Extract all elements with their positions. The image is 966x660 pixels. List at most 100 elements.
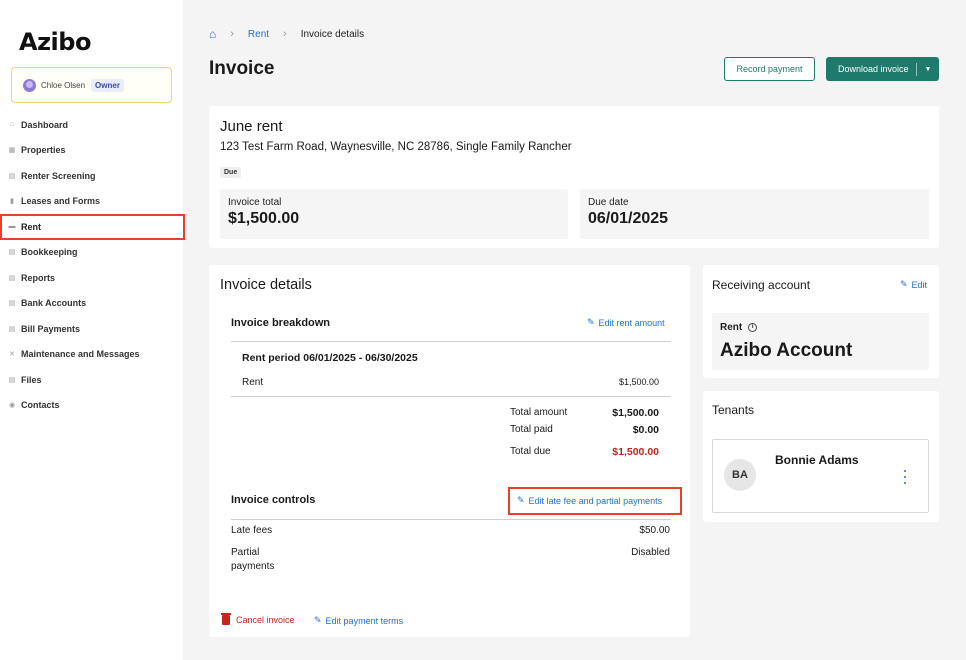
total-amount-label: Total amount — [510, 407, 568, 418]
tenant-name: Bonnie Adams — [775, 453, 859, 467]
avatar — [23, 78, 36, 92]
report-icon: ▤ — [8, 274, 16, 282]
edit-payment-terms-label: Edit payment terms — [325, 615, 404, 626]
sidebar-item-bookkeeping[interactable]: ▤ Bookkeeping — [0, 240, 183, 266]
total-due-label: Total due — [510, 446, 551, 457]
page-title: Invoice — [209, 58, 275, 79]
partial-payments-value: Disabled — [631, 547, 670, 558]
invoice-details-title: Invoice details — [220, 277, 312, 293]
pencil-icon: ✎ — [587, 317, 595, 327]
account-name: Azibo Account — [720, 340, 853, 361]
breadcrumb-rent-link[interactable]: Rent — [248, 29, 269, 40]
total-paid-label: Total paid — [510, 424, 553, 435]
invoice-controls-title: Invoice controls — [231, 494, 316, 506]
due-date-label: Due date — [588, 197, 629, 208]
tenants-title: Tenants — [712, 403, 755, 417]
clipboard-icon: ▤ — [8, 172, 16, 180]
info-icon[interactable]: i — [748, 323, 758, 332]
sidebar-item-bank-accounts[interactable]: ▤ Bank Accounts — [0, 291, 183, 317]
invoice-breakdown-title: Invoice breakdown — [231, 317, 331, 329]
edit-receiving-account-link[interactable]: ✎ Edit — [900, 279, 927, 290]
total-due-value: $1,500.00 — [612, 446, 659, 458]
avatar: BA — [724, 459, 756, 491]
status-badge: Due — [220, 167, 242, 178]
partial-payments-label-line1: Partial — [231, 547, 260, 558]
rent-period: Rent period 06/01/2025 - 06/30/2025 — [242, 352, 418, 364]
property-address: 123 Test Farm Road, Waynesville, NC 2878… — [220, 141, 572, 153]
sidebar-item-renter-screening[interactable]: ▤ Renter Screening — [0, 163, 183, 189]
folder-icon: ▤ — [8, 376, 16, 384]
edit-late-fee-label: Edit late fee and partial payments — [528, 495, 663, 506]
chevron-right-icon: › — [230, 28, 234, 40]
rent-line-label: Rent — [242, 377, 264, 388]
rent-line-amount: $1,500.00 — [618, 377, 659, 387]
late-fees-label: Late fees — [231, 525, 273, 536]
bill-icon: ▤ — [8, 325, 16, 333]
home-icon: ⌂ — [9, 121, 15, 129]
user-switcher[interactable]: Chloe Olsen Owner — [11, 67, 172, 103]
download-invoice-label: Download invoice — [838, 64, 909, 74]
sidebar-item-properties[interactable]: ▦ Properties — [0, 138, 183, 164]
pencil-icon: ✎ — [517, 495, 525, 505]
account-purpose-label: Rent — [720, 322, 743, 333]
invoice-details-card: Invoice details Invoice breakdown ✎ Edit… — [209, 265, 690, 637]
edit-label: Edit — [911, 279, 928, 290]
tenant-card[interactable]: BA Bonnie Adams — [712, 439, 929, 513]
bank-icon: ▤ — [8, 300, 16, 308]
document-icon: ▮ — [10, 198, 14, 206]
sidebar-item-bill-payments[interactable]: ▤ Bill Payments — [0, 316, 183, 342]
total-amount-value: $1,500.00 — [612, 407, 659, 419]
trash-icon — [221, 613, 231, 625]
sidebar-nav: ⌂ Dashboard ▦ Properties ▤ Renter Screening… — [0, 112, 185, 419]
sidebar-item-rent[interactable]: ▬ Rent — [0, 214, 185, 240]
partial-payments-label-line2: payments — [231, 561, 275, 572]
chevron-right-icon: › — [283, 28, 287, 40]
receiving-account-card: Receiving account ✎ Edit Rent i Azibo Ac… — [703, 265, 939, 378]
edit-payment-terms-link[interactable]: ✎ Edit payment terms — [314, 615, 403, 626]
sidebar-item-leases-and-forms[interactable]: ▮ Leases and Forms — [0, 189, 183, 215]
record-payment-button[interactable]: Record payment — [724, 57, 815, 81]
account-box: Rent i Azibo Account — [712, 313, 929, 370]
edit-late-fee-link[interactable]: ✎ Edit late fee and partial payments — [517, 495, 662, 506]
user-name: Chloe Olsen — [41, 80, 86, 90]
edit-rent-amount-label: Edit rent amount — [598, 317, 665, 328]
due-date-value: 06/01/2025 — [588, 210, 669, 227]
late-fees-value: $50.00 — [639, 525, 670, 536]
more-options-icon[interactable] — [899, 466, 911, 488]
sidebar-item-dashboard[interactable]: ⌂ Dashboard — [0, 112, 183, 138]
sidebar-item-contacts[interactable]: ◉ Contacts — [0, 393, 183, 419]
due-date-box: Due date 06/01/2025 — [580, 189, 929, 239]
edit-rent-amount-link[interactable]: ✎ Edit rent amount — [587, 317, 665, 328]
invoice-total-value: $1,500.00 — [228, 210, 300, 227]
home-icon[interactable]: ⌂ — [209, 27, 216, 41]
role-badge: Owner — [91, 78, 124, 92]
tenants-card: Tenants BA Bonnie Adams — [703, 391, 939, 522]
pencil-icon: ✎ — [900, 279, 908, 289]
invoice-total-box: Invoice total $1,500.00 — [220, 189, 568, 239]
breadcrumb-current: Invoice details — [300, 28, 365, 40]
account-purpose: Rent i — [720, 322, 758, 333]
sidebar: Azibo Chloe Olsen Owner ⌂ Dashboard ▦ Prop… — [0, 0, 185, 660]
chevron-down-icon[interactable]: ▼ — [917, 66, 939, 73]
azibo-logo[interactable]: Azibo — [19, 28, 91, 56]
divider — [231, 396, 671, 397]
pencil-icon: ✎ — [314, 615, 322, 625]
cancel-invoice-link[interactable]: Cancel invoice — [221, 613, 295, 625]
sidebar-item-files[interactable]: ▤ Files — [0, 367, 183, 393]
total-paid-value: $0.00 — [632, 424, 659, 436]
contact-icon: ◉ — [8, 402, 16, 410]
divider — [231, 519, 671, 520]
wrench-icon: ✕ — [9, 351, 15, 359]
divider — [231, 341, 671, 342]
main-content: ⌂ › Rent › Invoice details Invoice Recor… — [183, 0, 966, 660]
cancel-invoice-label: Cancel invoice — [236, 615, 295, 625]
ledger-icon: ▤ — [8, 249, 16, 257]
invoice-summary-card: June rent 123 Test Farm Road, Waynesvill… — [209, 106, 939, 248]
money-icon: ▬ — [8, 223, 16, 231]
breadcrumb: ⌂ › Rent › Invoice details — [209, 27, 364, 41]
receiving-account-title: Receiving account — [712, 278, 811, 292]
download-invoice-button[interactable]: Download invoice ▼ — [826, 57, 939, 81]
sidebar-item-reports[interactable]: ▤ Reports — [0, 265, 183, 291]
invoice-total-label: Invoice total — [228, 197, 282, 208]
sidebar-item-maintenance-and-messages[interactable]: ✕ Maintenance and Messages — [0, 342, 183, 368]
